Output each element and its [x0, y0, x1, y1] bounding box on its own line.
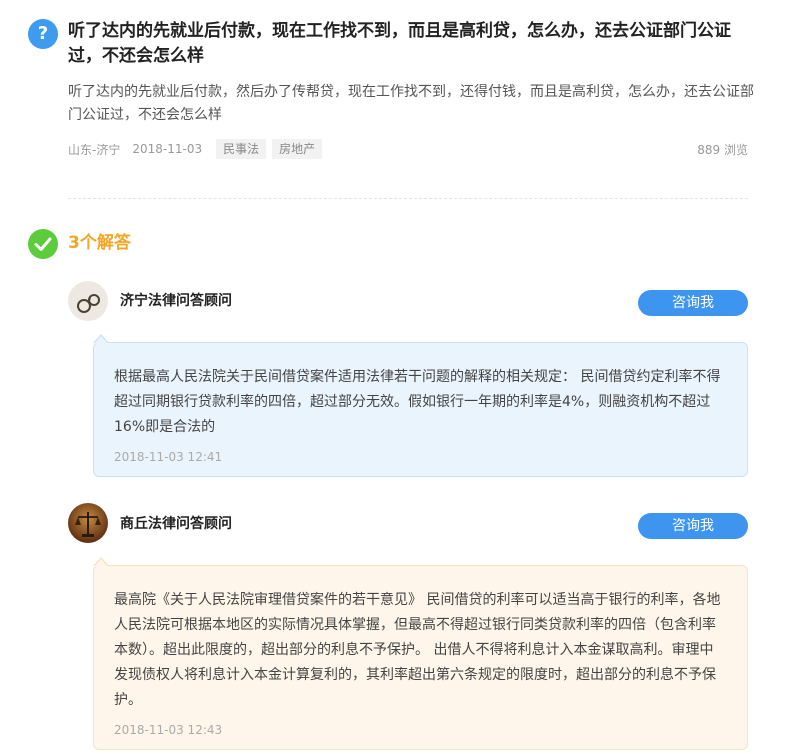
question-meta: 山东-济宁 2018-11-03 民事法 房地产 889 浏览	[68, 138, 748, 160]
question-location: 山东-济宁	[68, 142, 121, 157]
question-title[interactable]: 听了达内的先就业后付款，现在工作找不到，而且是高利贷，怎么办，还去公证部门公证过…	[68, 19, 758, 69]
question-icon: ?	[28, 19, 58, 49]
lawyer-name[interactable]: 济宁法律问答顾问	[120, 291, 232, 311]
bubble-arrow-fill	[94, 559, 108, 567]
answer-time: 2018-11-03 12:43	[114, 723, 223, 737]
checkmark-icon	[28, 229, 58, 259]
answer-time: 2018-11-03 12:41	[114, 450, 223, 464]
handcuffs-icon	[68, 281, 108, 321]
answer-bubble: 根据最高人民法院关于民间借贷案件适用法律若干问题的解释的相关规定： 民间借贷约定…	[93, 334, 748, 477]
lawyer-name[interactable]: 商丘法律问答顾问	[120, 514, 232, 534]
consult-button[interactable]: 咨询我	[638, 513, 748, 539]
bubble-arrow-fill	[94, 336, 108, 344]
answer-text: 根据最高人民法院关于民间借贷案件适用法律若干问题的解释的相关规定： 民间借贷约定…	[114, 369, 721, 435]
answer-count: 3个解答	[68, 233, 131, 253]
tag-real-estate[interactable]: 房地产	[272, 139, 323, 159]
scales-of-justice-icon	[68, 503, 108, 543]
lawyer-avatar[interactable]	[68, 503, 108, 543]
consult-button[interactable]: 咨询我	[638, 290, 748, 316]
divider	[68, 198, 748, 199]
answer-bubble: 最高院《关于人民法院审理借贷案件的若干意见》 民间借贷的利率可以适当高于银行的利…	[93, 557, 748, 750]
tag-civil-law[interactable]: 民事法	[216, 139, 267, 159]
view-count: 889 浏览	[697, 142, 748, 157]
answer-text: 最高院《关于人民法院审理借贷案件的若干意见》 民间借贷的利率可以适当高于银行的利…	[114, 592, 721, 708]
lawyer-avatar[interactable]	[68, 281, 108, 321]
question-date: 2018-11-03	[132, 142, 203, 156]
question-description: 听了达内的先就业后付款，然后办了传帮贷，现在工作找不到，还得付钱，而且是高利贷，…	[68, 84, 754, 123]
